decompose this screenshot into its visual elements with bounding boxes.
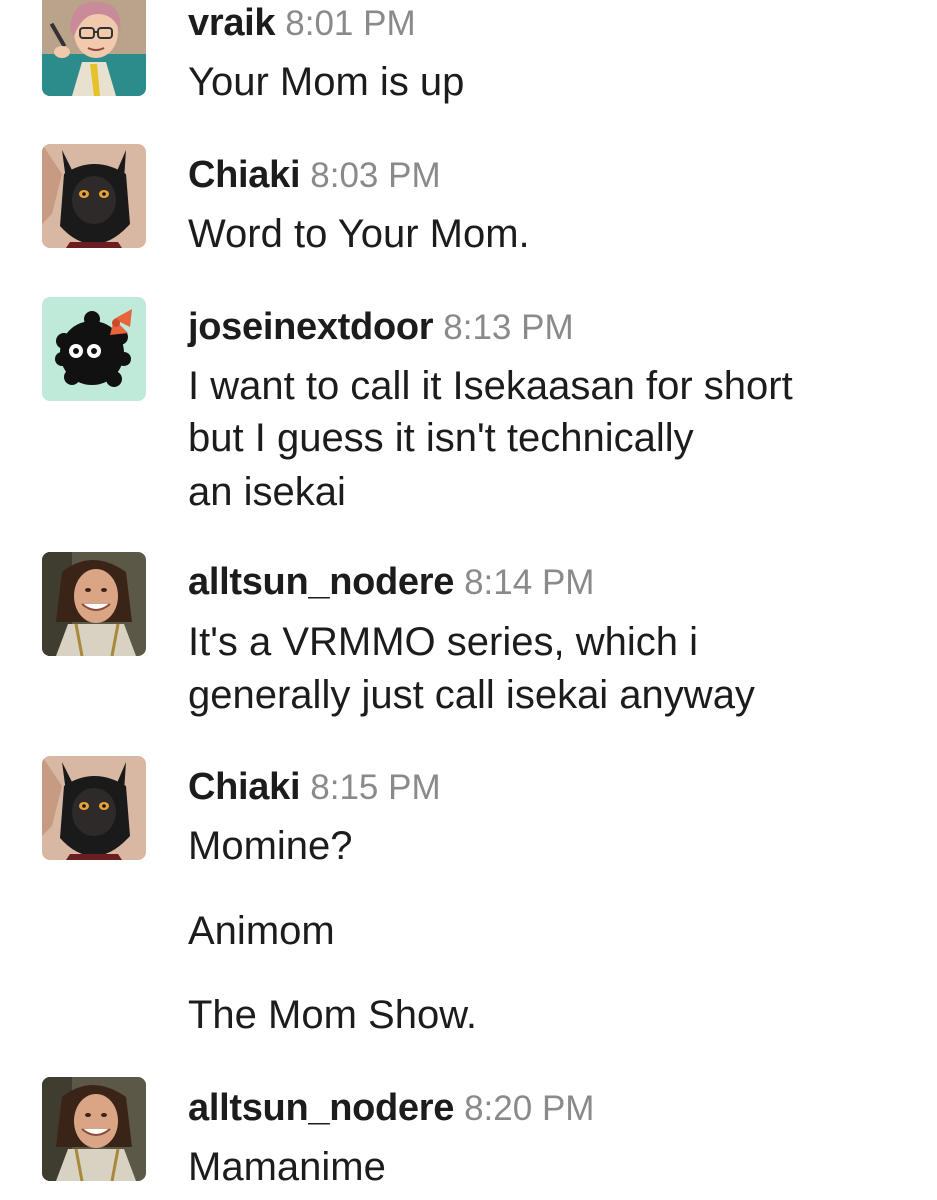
smiling-woman-photo-icon: [42, 1077, 146, 1181]
smiling-woman-photo-icon: [42, 552, 146, 656]
dark-catgirl-icon: [42, 756, 146, 860]
message-text: Word to Your Mom.: [188, 212, 530, 256]
timestamp[interactable]: 8:03 PM: [310, 156, 440, 195]
message-text: Mamanime: [188, 1145, 386, 1189]
avatar[interactable]: [42, 0, 146, 96]
avatar[interactable]: [42, 756, 146, 860]
message-text: I want to call it Isekaasan for short: [188, 364, 793, 408]
avatar[interactable]: [42, 1077, 146, 1181]
message-text: generally just call isekai anyway: [188, 673, 755, 717]
sender-name[interactable]: alltsun_nodere: [188, 1087, 454, 1129]
timestamp[interactable]: 8:15 PM: [310, 768, 440, 807]
sender-name[interactable]: alltsun_nodere: [188, 561, 454, 603]
message-text: Your Mom is up: [188, 60, 465, 104]
sender-name[interactable]: joseinextdoor: [188, 306, 434, 348]
avatar[interactable]: [42, 552, 146, 656]
message-text: an isekai: [188, 470, 346, 514]
message-text: but I guess it isn't technically: [188, 416, 694, 460]
cartoon-woman-glasses-icon: [42, 0, 146, 96]
sender-name[interactable]: Chiaki: [188, 766, 301, 808]
message-text: The Mom Show.: [188, 993, 478, 1037]
timestamp[interactable]: 8:20 PM: [464, 1089, 594, 1128]
avatar[interactable]: [42, 144, 146, 248]
sender-name[interactable]: Chiaki: [188, 154, 301, 196]
message-text: Momine?: [188, 824, 353, 868]
soot-sprite-icon: [42, 297, 146, 401]
message-text: It's a VRMMO series, which i: [188, 620, 698, 664]
timestamp[interactable]: 8:01 PM: [285, 4, 415, 43]
sender-name[interactable]: vraik: [188, 2, 276, 44]
avatar[interactable]: [42, 297, 146, 401]
timestamp[interactable]: 8:14 PM: [464, 563, 594, 602]
message-text: Animom: [188, 909, 335, 953]
timestamp[interactable]: 8:13 PM: [443, 308, 573, 347]
dark-catgirl-icon: [42, 144, 146, 248]
